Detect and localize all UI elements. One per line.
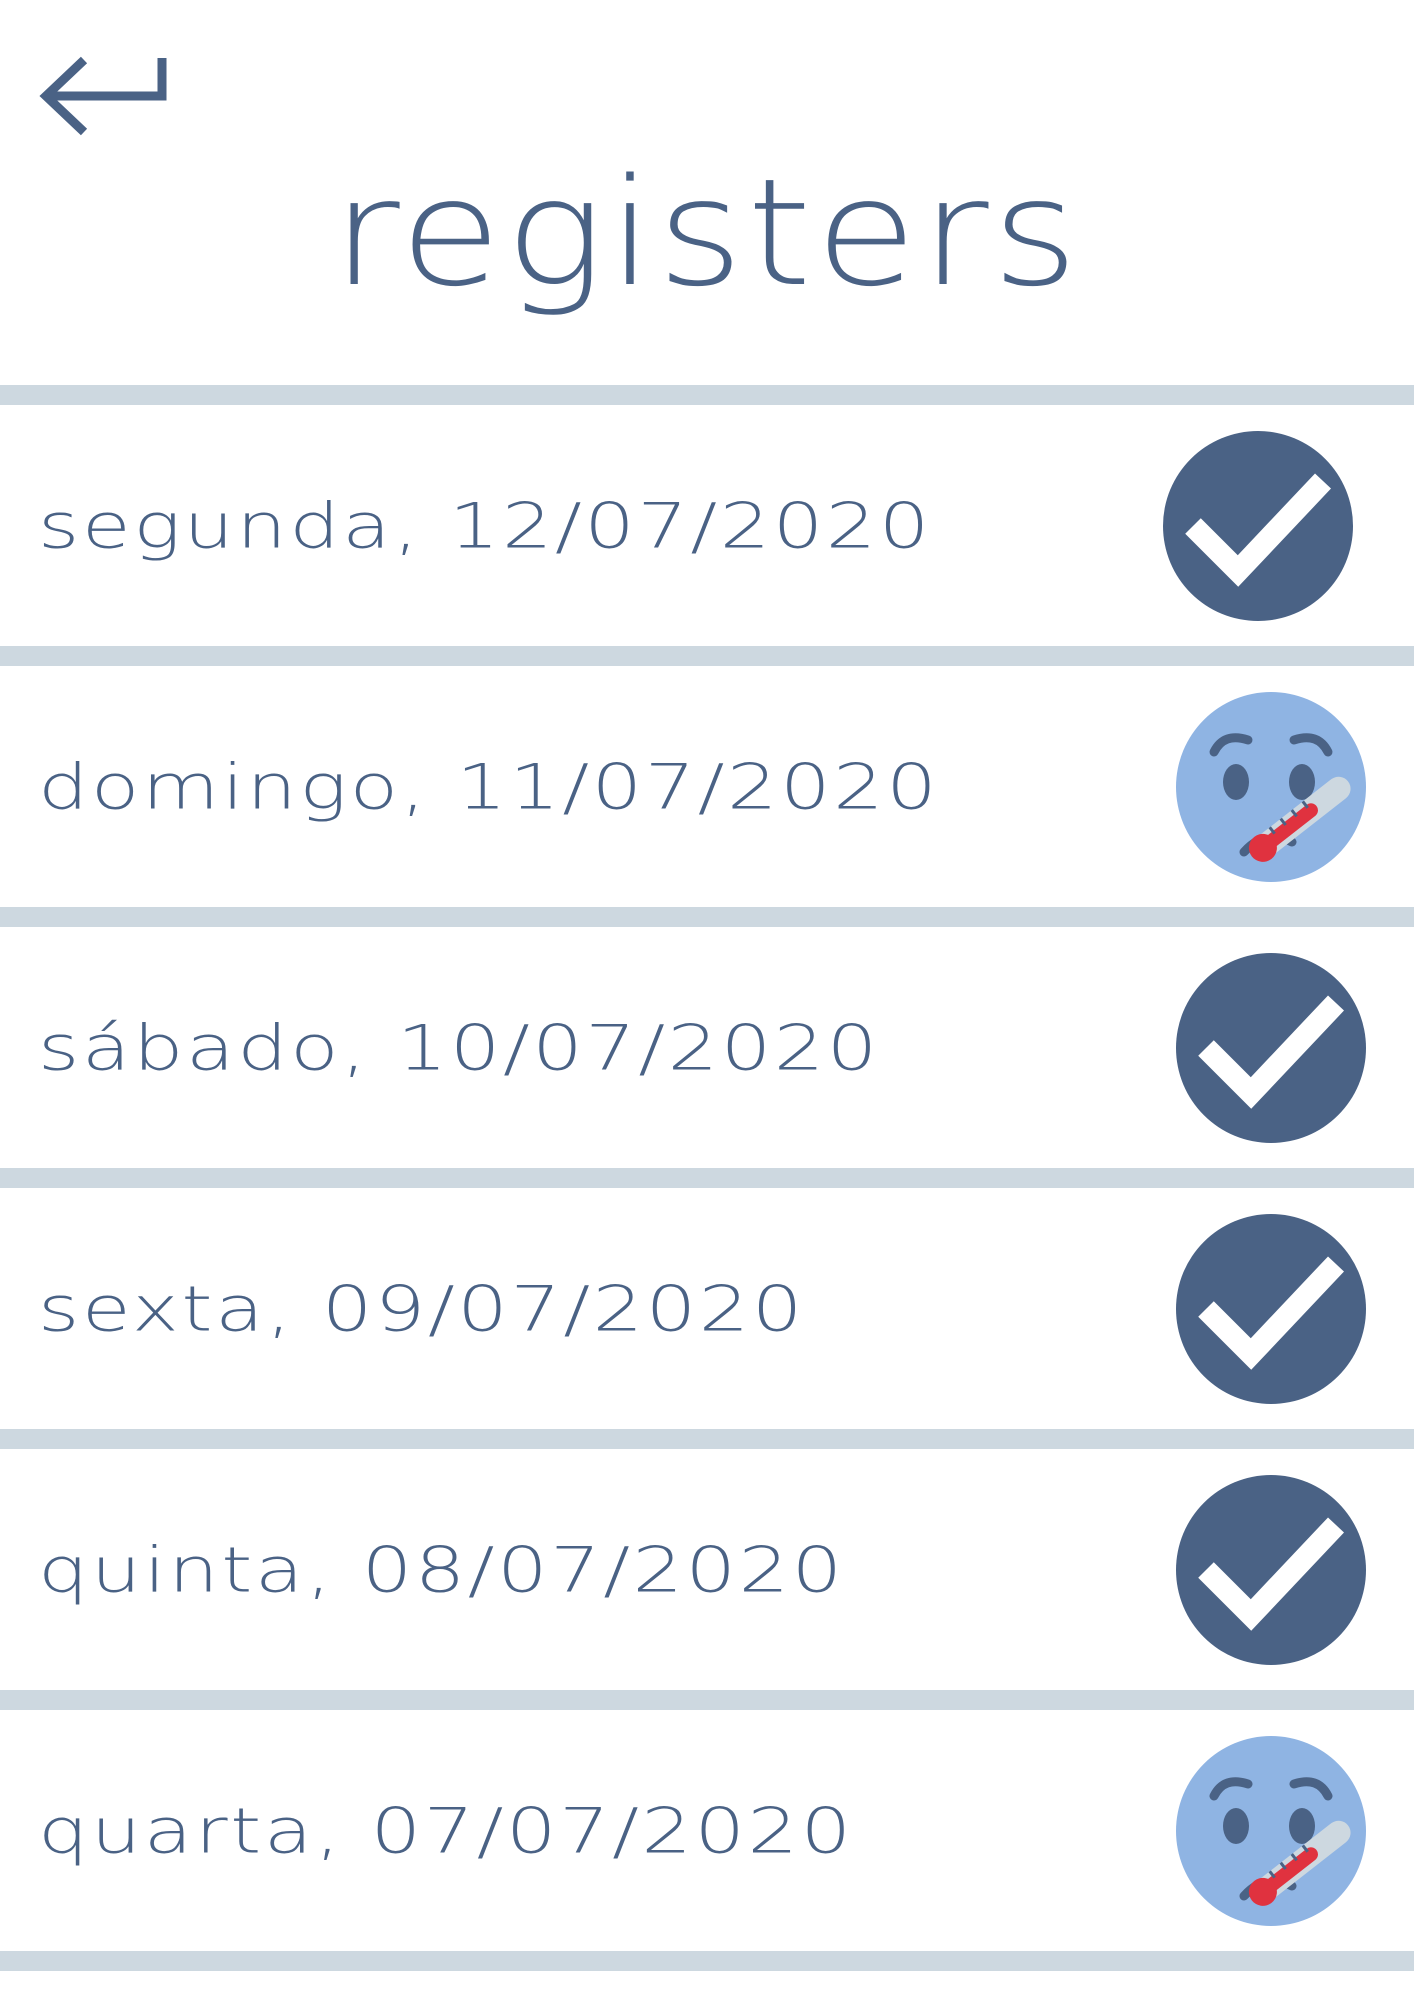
register-row[interactable]: quarta, 07/07/2020 <box>0 1710 1414 1951</box>
divider <box>0 646 1414 666</box>
register-date: sábado, 10/07/2020 <box>38 1011 880 1084</box>
return-arrow-icon <box>34 50 172 138</box>
sick-face-thermometer-icon <box>1176 691 1366 882</box>
divider <box>0 907 1414 927</box>
divider <box>0 1951 1414 1971</box>
register-row[interactable]: sábado, 10/07/2020 <box>0 927 1414 1168</box>
register-row[interactable]: domingo, 11/07/2020 <box>0 666 1414 907</box>
register-row[interactable]: sexta, 09/07/2020 <box>0 1188 1414 1429</box>
page-title: registers <box>331 147 1082 319</box>
checkmark-circle-icon <box>1176 952 1366 1143</box>
register-date: domingo, 11/07/2020 <box>38 750 940 823</box>
register-row[interactable]: quinta, 08/07/2020 <box>0 1449 1414 1690</box>
registers-list: segunda, 12/07/2020 domingo, 11/07/2020 <box>0 385 1414 1971</box>
register-date: sexta, 09/07/2020 <box>38 1272 805 1345</box>
back-button[interactable] <box>34 50 172 138</box>
register-row[interactable]: segunda, 12/07/2020 <box>0 405 1414 646</box>
register-date: quarta, 07/07/2020 <box>38 1794 854 1867</box>
divider <box>0 1690 1414 1710</box>
checkmark-circle-icon <box>1163 430 1353 621</box>
register-date: segunda, 12/07/2020 <box>38 489 932 562</box>
sick-face-thermometer-icon <box>1176 1735 1366 1926</box>
register-date: quinta, 08/07/2020 <box>38 1533 845 1606</box>
checkmark-circle-icon <box>1176 1474 1366 1665</box>
divider <box>0 385 1414 405</box>
divider <box>0 1168 1414 1188</box>
divider <box>0 1429 1414 1449</box>
checkmark-circle-icon <box>1176 1213 1366 1404</box>
